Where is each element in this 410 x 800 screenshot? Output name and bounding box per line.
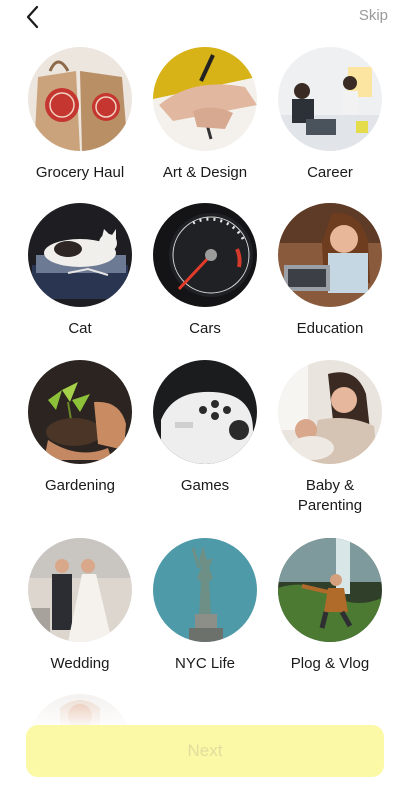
next-button[interactable]: Next <box>26 725 384 777</box>
skip-button[interactable]: Skip <box>359 7 388 24</box>
category-label: Baby & Parenting <box>297 477 363 514</box>
category-label: Games <box>180 477 230 494</box>
cat-image <box>28 203 132 307</box>
category-label: Plog & Vlog <box>290 655 370 672</box>
top-bar: Skip <box>0 0 410 34</box>
category-label: Gardening <box>44 477 116 494</box>
baby-parenting-image <box>278 360 382 464</box>
category-art-design[interactable]: Art & Design <box>142 47 268 183</box>
category-wedding[interactable]: Wedding <box>17 538 143 674</box>
category-label: Education <box>296 320 364 337</box>
category-nyc-life[interactable]: NYC Life <box>142 538 268 674</box>
category-games[interactable]: Games <box>142 360 268 496</box>
grocery-haul-image <box>28 47 132 151</box>
cars-image <box>153 203 257 307</box>
games-image <box>153 360 257 464</box>
category-grocery-haul[interactable]: Grocery Haul <box>17 47 143 183</box>
category-label: Career <box>307 164 353 181</box>
education-image <box>278 203 382 307</box>
category-gardening[interactable]: Gardening <box>17 360 143 496</box>
category-label: Art & Design <box>162 164 248 181</box>
category-career[interactable]: Career <box>267 47 393 183</box>
category-cat[interactable]: Cat <box>17 203 143 339</box>
category-label: Grocery Haul <box>35 164 125 181</box>
career-image <box>278 47 382 151</box>
category-grid: Grocery Haul Art & Design Career Cat Car… <box>0 44 410 734</box>
scroll-fade <box>0 690 410 730</box>
art-design-image <box>153 47 257 151</box>
category-education[interactable]: Education <box>267 203 393 339</box>
category-label: Wedding <box>50 655 110 672</box>
category-cars[interactable]: Cars <box>142 203 268 339</box>
gardening-image <box>28 360 132 464</box>
chevron-left-icon <box>26 5 39 29</box>
nyc-life-image <box>153 538 257 642</box>
category-label: Cat <box>68 320 92 337</box>
plog-vlog-image <box>278 538 382 642</box>
category-label: Cars <box>189 320 221 337</box>
wedding-image <box>28 538 132 642</box>
category-plog-vlog[interactable]: Plog & Vlog <box>267 538 393 674</box>
back-button[interactable] <box>20 4 46 30</box>
category-baby-parenting[interactable]: Baby & Parenting <box>267 360 393 516</box>
category-label: NYC Life <box>174 655 236 672</box>
